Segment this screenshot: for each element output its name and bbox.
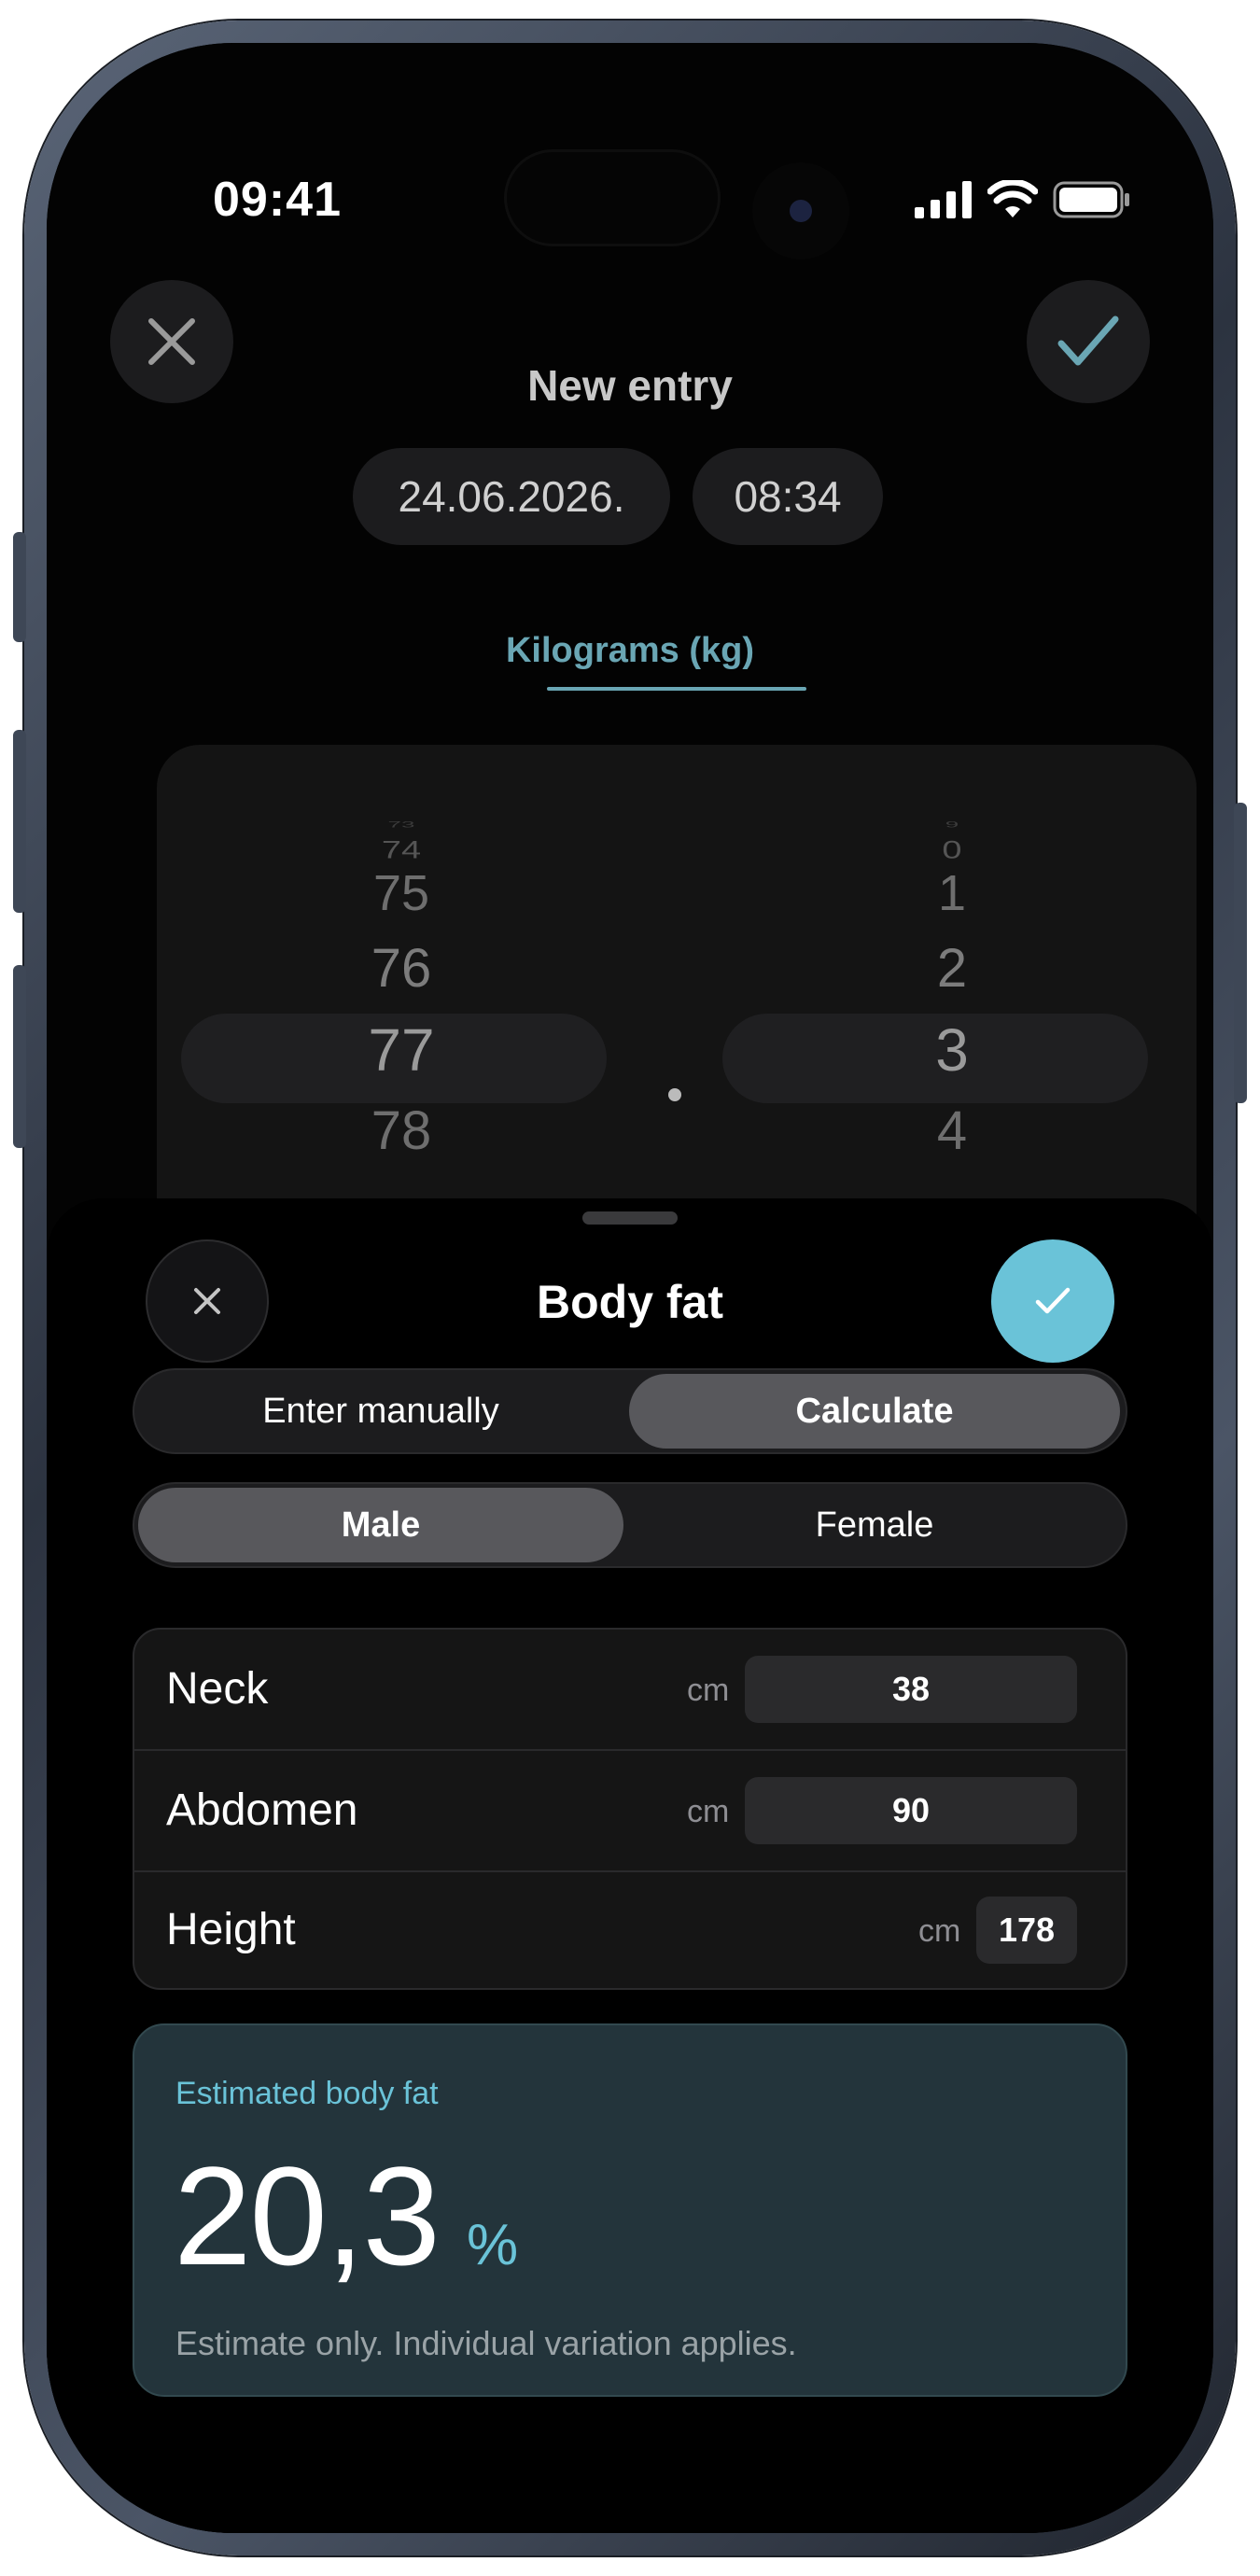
date-pill[interactable]: 24.06.2026. — [353, 448, 670, 545]
decimal-wheel-value[interactable]: 9 — [859, 819, 1045, 830]
integer-wheel-value[interactable]: 76 — [308, 937, 495, 1000]
decimal-wheel-value[interactable]: 2 — [859, 937, 1045, 1000]
sex-male[interactable]: Male — [138, 1488, 623, 1562]
action-button — [13, 532, 26, 642]
result-unit: % — [467, 2213, 519, 2277]
result-note: Estimate only. Individual variation appl… — [175, 2324, 797, 2362]
field-label: Neck — [166, 1664, 269, 1714]
status-icons — [915, 179, 1131, 220]
integer-wheel-value[interactable]: 78 — [308, 1099, 495, 1162]
sex-segmented-control: Male Female — [133, 1482, 1127, 1568]
power-button — [1234, 803, 1247, 1103]
abdomen-input[interactable]: 90 — [745, 1777, 1077, 1844]
decimal-wheel-value[interactable]: 1 — [859, 864, 1045, 922]
date-value: 24.06.2026. — [398, 472, 625, 521]
mode-enter-manually[interactable]: Enter manually — [138, 1374, 623, 1449]
confirm-button[interactable] — [991, 1239, 1114, 1363]
dynamic-island — [504, 149, 721, 246]
volume-up-button — [13, 730, 26, 913]
sheet-grabber[interactable] — [582, 1211, 678, 1225]
field-label: Height — [166, 1905, 296, 1954]
result-value: 20,3 — [174, 2137, 441, 2294]
neck-input[interactable]: 38 — [745, 1656, 1077, 1723]
integer-wheel-value[interactable]: 73 — [308, 819, 495, 830]
result-label: Estimated body fat — [175, 2076, 439, 2111]
time-pill[interactable]: 08:34 — [693, 448, 883, 545]
decimal-wheel-value[interactable]: 3 — [859, 1015, 1045, 1085]
mode-segmented-control: Enter manually Calculate — [133, 1368, 1127, 1454]
status-time: 09:41 — [213, 173, 342, 227]
battery-icon — [1053, 181, 1129, 218]
weight-picker[interactable]: 73 74 75 76 77 78 9 01 2 3 4 — [157, 745, 1197, 1267]
integer-wheel-value[interactable]: 77 — [308, 1015, 495, 1085]
measurement-fields: Neck cm 38 Abdomen cm 90 Height cm 178 — [133, 1628, 1127, 1990]
field-unit: cm — [918, 1913, 961, 1949]
field-row-abdomen: Abdomen cm 90 — [134, 1751, 1126, 1872]
integer-wheel-value[interactable]: 75 — [308, 864, 495, 922]
mode-calculate[interactable]: Calculate — [629, 1374, 1120, 1449]
unit-selector[interactable]: Kilograms (kg) — [47, 631, 1213, 671]
camera — [752, 162, 849, 259]
decimal-wheel-value[interactable]: 0 — [859, 836, 1045, 864]
screen: New entry 24.06.2026. 08:34 Kilograms (k… — [47, 43, 1213, 2533]
field-unit: cm — [687, 1794, 730, 1829]
integer-wheel-value[interactable]: 74 — [308, 836, 495, 864]
body-fat-sheet: Body fat Enter manually Calculate Male F… — [47, 1198, 1213, 2533]
sex-female[interactable]: Female — [629, 1488, 1120, 1562]
save-button[interactable] — [1027, 280, 1150, 403]
signal-icon — [915, 181, 972, 218]
body-fat-result-card: Estimated body fat 20,3 % Estimate only.… — [133, 2023, 1127, 2397]
field-row-height: Height cm 178 — [134, 1870, 1126, 1988]
field-label: Abdomen — [166, 1785, 358, 1835]
volume-down-button — [13, 965, 26, 1148]
decimal-separator — [668, 1088, 681, 1101]
checkmark-icon — [1057, 315, 1119, 366]
field-row-neck: Neck cm 38 — [134, 1630, 1126, 1751]
wifi-icon — [987, 180, 1038, 217]
field-unit: cm — [687, 1673, 730, 1708]
unit-underline — [547, 687, 806, 691]
decimal-wheel-value[interactable]: 4 — [859, 1099, 1045, 1162]
height-input[interactable]: 178 — [976, 1897, 1077, 1964]
time-value: 08:34 — [734, 472, 842, 521]
checkmark-icon — [1035, 1287, 1071, 1314]
